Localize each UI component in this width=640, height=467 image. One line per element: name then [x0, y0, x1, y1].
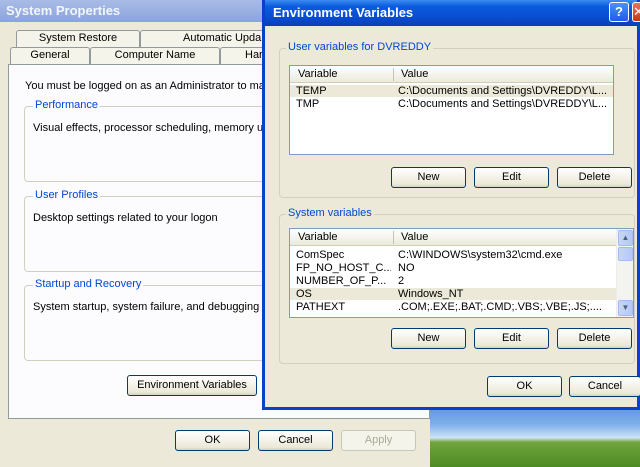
- system-row-value: NO: [398, 262, 415, 274]
- user-edit-button[interactable]: Edit: [474, 167, 549, 188]
- tab-computer-name[interactable]: Computer Name: [90, 47, 220, 64]
- table-row[interactable]: TMP C:\Documents and Settings\DVREDDY\L.…: [290, 98, 613, 110]
- scroll-up-icon[interactable]: ▲: [618, 230, 633, 246]
- env-ok-button[interactable]: OK: [487, 376, 562, 397]
- system-row-variable: OS: [296, 288, 312, 300]
- tab-general[interactable]: General: [10, 47, 90, 64]
- table-row[interactable]: ComSpec C:\WINDOWS\system32\cmd.exe: [290, 249, 618, 261]
- system-variables-list[interactable]: Variable Value ComSpec C:\WINDOWS\system…: [289, 228, 634, 318]
- user-row-variable: TMP: [296, 98, 320, 110]
- system-column-variable[interactable]: Variable: [298, 231, 338, 243]
- system-row-variable: NUMBER_OF_P...: [296, 275, 387, 287]
- system-row-value: .COM;.EXE;.BAT;.CMD;.VBS;.VBE;.JS;....: [398, 301, 602, 313]
- user-profiles-text: Desktop settings related to your logon: [33, 212, 218, 224]
- system-row-value: Windows_NT: [398, 288, 464, 300]
- user-variables-list[interactable]: Variable Value TEMP C:\Documents and Set…: [289, 65, 614, 155]
- system-variables-label: System variables: [286, 207, 374, 219]
- system-column-value[interactable]: Value: [401, 231, 428, 243]
- tab-hardware[interactable]: Har: [220, 47, 268, 64]
- user-column-variable[interactable]: Variable: [298, 68, 338, 80]
- system-row-variable: PATHEXT: [296, 301, 346, 313]
- system-delete-button[interactable]: Delete: [557, 328, 632, 349]
- desktop-wallpaper: [424, 402, 640, 467]
- help-icon[interactable]: ?: [609, 2, 629, 22]
- ok-button[interactable]: OK: [175, 430, 250, 451]
- user-new-button[interactable]: New: [391, 167, 466, 188]
- environment-variables-button[interactable]: Environment Variables: [127, 375, 257, 396]
- admin-note: You must be logged on as an Administrato…: [25, 80, 271, 92]
- table-row[interactable]: PATHEXT .COM;.EXE;.BAT;.CMD;.VBS;.VBE;.J…: [290, 301, 618, 313]
- system-row-variable: FP_NO_HOST_C...: [296, 262, 391, 274]
- table-row[interactable]: NUMBER_OF_P... 2: [290, 275, 618, 287]
- user-column-value[interactable]: Value: [401, 68, 428, 80]
- tab-system-restore[interactable]: System Restore: [16, 30, 140, 47]
- user-row-value: C:\Documents and Settings\DVREDDY\L...: [398, 85, 608, 97]
- startup-recovery-label: Startup and Recovery: [33, 278, 144, 290]
- system-row-variable: ComSpec: [296, 249, 345, 261]
- user-profiles-label: User Profiles: [33, 189, 100, 201]
- scroll-thumb[interactable]: [618, 247, 633, 261]
- system-list-scrollbar[interactable]: ▲ ▼: [616, 229, 633, 317]
- system-list-header: Variable Value: [290, 229, 618, 246]
- tab-automatic-updates[interactable]: Automatic Upda: [140, 30, 268, 47]
- table-row[interactable]: OS Windows_NT: [290, 288, 618, 300]
- scroll-down-icon[interactable]: ▼: [618, 300, 633, 316]
- cancel-button[interactable]: Cancel: [258, 430, 333, 451]
- table-row[interactable]: TEMP C:\Documents and Settings\DVREDDY\L…: [290, 85, 613, 97]
- system-row-value: C:\WINDOWS\system32\cmd.exe: [398, 249, 563, 261]
- performance-label: Performance: [33, 99, 100, 111]
- user-delete-button[interactable]: Delete: [557, 167, 632, 188]
- user-variables-label: User variables for DVREDDY: [286, 41, 434, 53]
- user-row-variable: TEMP: [296, 85, 327, 97]
- environment-variables-dialog: Environment Variables ? ✕ User variables…: [262, 0, 640, 410]
- system-edit-button[interactable]: Edit: [474, 328, 549, 349]
- performance-text: Visual effects, processor scheduling, me…: [33, 122, 269, 134]
- environment-variables-title: Environment Variables: [265, 0, 637, 26]
- system-new-button[interactable]: New: [391, 328, 466, 349]
- startup-recovery-text: System startup, system failure, and debu…: [33, 301, 271, 313]
- apply-button[interactable]: Apply: [341, 430, 416, 451]
- table-row[interactable]: FP_NO_HOST_C... NO: [290, 262, 618, 274]
- system-row-value: 2: [398, 275, 405, 287]
- user-list-header: Variable Value: [290, 66, 613, 83]
- close-icon[interactable]: ✕: [632, 2, 640, 22]
- env-cancel-button[interactable]: Cancel: [569, 376, 640, 397]
- user-row-value: C:\Documents and Settings\DVREDDY\L...: [398, 98, 608, 110]
